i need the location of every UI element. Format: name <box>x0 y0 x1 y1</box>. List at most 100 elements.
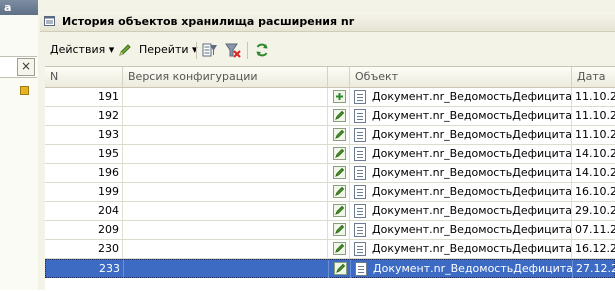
cell-object: Документ.nr_ВедомостьДефицита... <box>350 164 572 182</box>
column-header-version[interactable]: Версия конфигурации <box>123 67 328 87</box>
cube-icon[interactable] <box>20 86 29 95</box>
object-name: Документ.nr_ВедомостьДефицита... <box>372 109 572 122</box>
edit-change-icon <box>333 128 346 141</box>
cell-number: 192 <box>45 107 123 125</box>
object-name: Документ.nr_ВедомостьДефицита... <box>372 90 572 103</box>
window-icon <box>44 16 55 26</box>
column-header-n[interactable]: N <box>45 67 123 87</box>
toolbar: Действия ▾ Перейти ▾ <box>40 38 615 62</box>
clear-filter-icon[interactable] <box>225 42 241 58</box>
document-icon <box>354 166 366 180</box>
filter-settings-icon[interactable] <box>202 42 218 58</box>
left-panel-title: а <box>4 1 12 14</box>
object-name: Документ.nr_ВедомостьДефицита... <box>372 147 572 160</box>
cell-number: 230 <box>45 240 123 258</box>
object-name: Документ.nr_ВедомостьДефицита... <box>372 223 572 236</box>
edit-change-icon <box>334 262 347 275</box>
left-panel-close-button[interactable]: × <box>17 58 35 76</box>
cell-change-type <box>328 221 350 239</box>
cell-date: 14.10.20 <box>575 166 615 179</box>
cell-number: 199 <box>45 183 123 201</box>
cell-date: 27.12.20 <box>576 262 615 275</box>
table-row[interactable]: 193 Документ.nr_ВедомостьДефицита... 11.10… <box>45 126 615 145</box>
table-row[interactable]: 199 Документ.nr_ВедомостьДефицита... 16.10… <box>45 183 615 202</box>
cell-version <box>123 240 328 258</box>
cell-number: 209 <box>45 221 123 239</box>
cell-change-type <box>328 240 350 258</box>
toolbar-separator <box>196 42 197 59</box>
left-panel-titlebar: а <box>0 0 38 15</box>
cell-object: Документ.nr_ВедомостьДефицита... <box>350 145 572 163</box>
document-icon <box>354 90 366 104</box>
cell-version <box>123 88 328 106</box>
edit-change-icon <box>333 223 346 236</box>
edit-change-icon <box>333 242 346 255</box>
table-row[interactable]: 195 Документ.nr_ВедомостьДефицита... 14.10… <box>45 145 615 164</box>
cell-change-type <box>329 260 351 278</box>
table-row[interactable]: 196 Документ.nr_ВедомостьДефицита... 14.10… <box>45 164 615 183</box>
document-icon <box>355 262 367 276</box>
cell-date: 16.12.20 <box>575 242 615 255</box>
table-row[interactable]: 230 Документ.nr_ВедомостьДефицита... 16.12… <box>45 240 615 259</box>
cell-date: 14.10.20 <box>575 147 615 160</box>
cell-number: 196 <box>45 164 123 182</box>
table-row[interactable]: 233 Документ.nr_ВедомостьДефицита... 27.12… <box>45 259 615 278</box>
cell-date: 11.10.20 <box>575 109 615 122</box>
cell-version <box>123 202 328 220</box>
cell-object: Документ.nr_ВедомостьДефицита... <box>350 183 572 201</box>
column-header-date[interactable]: Дата <box>572 67 615 87</box>
edit-change-icon <box>333 204 346 217</box>
add-change-icon <box>333 90 346 103</box>
left-panel: а × <box>0 0 39 290</box>
cell-change-type <box>328 202 350 220</box>
history-table[interactable]: N Версия конфигурации Объект Дата 191 Док… <box>45 66 615 291</box>
cell-date: 11.10.20 <box>575 128 615 141</box>
cell-version <box>124 260 329 278</box>
cell-version <box>123 145 328 163</box>
cell-change-type <box>328 164 350 182</box>
document-icon <box>354 223 366 237</box>
object-name: Документ.nr_ВедомостьДефицита... <box>372 204 572 217</box>
object-name: Документ.nr_ВедомостьДефицита... <box>372 242 572 255</box>
object-name: Документ.nr_ВедомостьДефицита... <box>372 185 572 198</box>
refresh-icon[interactable] <box>254 42 270 58</box>
table-row[interactable]: 204 Документ.nr_ВедомостьДефицита... 29.10… <box>45 202 615 221</box>
document-icon <box>354 242 366 256</box>
cell-object: Документ.nr_ВедомостьДефицита... <box>350 126 572 144</box>
cell-object: Документ.nr_ВедомостьДефицита... <box>351 260 573 278</box>
cell-version <box>123 183 328 201</box>
edit-change-icon <box>333 185 346 198</box>
cell-number: 204 <box>45 202 123 220</box>
cell-object: Документ.nr_ВедомостьДефицита... <box>350 88 572 106</box>
window-titlebar: История объектов хранилища расширения nr <box>40 12 615 32</box>
column-header-object[interactable]: Объект <box>350 67 572 87</box>
object-name: Документ.nr_ВедомостьДефицита... <box>372 128 572 141</box>
document-icon <box>354 109 366 123</box>
edit-change-icon <box>333 166 346 179</box>
actions-menu[interactable]: Действия ▾ <box>50 42 114 58</box>
object-name: Документ.nr_ВедомостьДефицита... <box>373 262 573 275</box>
cell-number: 193 <box>45 126 123 144</box>
cell-version <box>123 126 328 144</box>
table-row[interactable]: 209 Документ.nr_ВедомостьДефицита... 07.11… <box>45 221 615 240</box>
cell-date: 16.10.20 <box>575 185 615 198</box>
cell-change-type <box>328 126 350 144</box>
table-row[interactable]: 192 Документ.nr_ВедомостьДефицита... 11.10… <box>45 107 615 126</box>
cell-number: 191 <box>45 88 123 106</box>
cell-number: 195 <box>45 145 123 163</box>
edit-change-icon <box>333 109 346 122</box>
table-header: N Версия конфигурации Объект Дата <box>45 67 615 88</box>
cell-object: Документ.nr_ВедомостьДефицита... <box>350 240 572 258</box>
goto-menu[interactable]: Перейти ▾ <box>139 42 198 58</box>
cell-date: 11.10.20 <box>575 90 615 103</box>
column-header-change[interactable] <box>328 67 350 87</box>
cell-date: 07.11.20 <box>575 223 615 236</box>
table-row[interactable]: 191 Документ.nr_ВедомостьДефицита... 11.10… <box>45 88 615 107</box>
cell-object: Документ.nr_ВедомостьДефицита... <box>350 221 572 239</box>
edit-pencil-icon[interactable] <box>117 42 133 58</box>
document-icon <box>354 185 366 199</box>
cell-number: 233 <box>46 260 124 278</box>
window-title: История объектов хранилища расширения nr <box>62 15 355 28</box>
edit-change-icon <box>333 147 346 160</box>
document-icon <box>354 204 366 218</box>
